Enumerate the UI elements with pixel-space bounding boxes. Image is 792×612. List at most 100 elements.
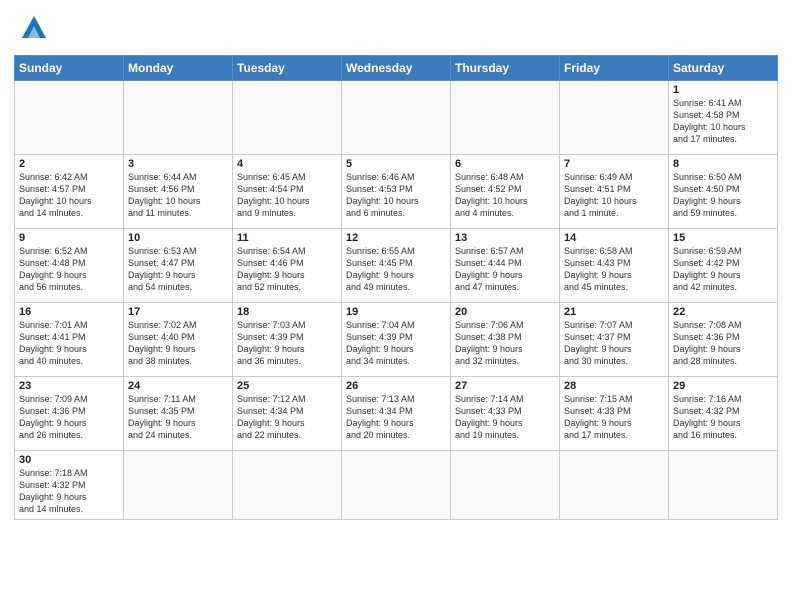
day-info: Sunrise: 6:58 AM Sunset: 4:43 PM Dayligh… xyxy=(564,245,664,294)
day-info: Sunrise: 6:46 AM Sunset: 4:53 PM Dayligh… xyxy=(346,171,446,220)
day-number: 10 xyxy=(128,232,228,244)
day-number: 3 xyxy=(128,158,228,170)
calendar-day-empty xyxy=(342,451,451,520)
day-info: Sunrise: 6:52 AM Sunset: 4:48 PM Dayligh… xyxy=(19,245,119,294)
calendar-day-24: 24Sunrise: 7:11 AM Sunset: 4:35 PM Dayli… xyxy=(124,377,233,451)
day-info: Sunrise: 6:49 AM Sunset: 4:51 PM Dayligh… xyxy=(564,171,664,220)
day-info: Sunrise: 7:02 AM Sunset: 4:40 PM Dayligh… xyxy=(128,319,228,368)
calendar-day-2: 2Sunrise: 6:42 AM Sunset: 4:57 PM Daylig… xyxy=(15,155,124,229)
day-number: 6 xyxy=(455,158,555,170)
weekday-wednesday: Wednesday xyxy=(342,56,451,81)
calendar-week-1: 1Sunrise: 6:41 AM Sunset: 4:58 PM Daylig… xyxy=(15,81,778,155)
weekday-monday: Monday xyxy=(124,56,233,81)
calendar-day-13: 13Sunrise: 6:57 AM Sunset: 4:44 PM Dayli… xyxy=(451,229,560,303)
calendar-day-19: 19Sunrise: 7:04 AM Sunset: 4:39 PM Dayli… xyxy=(342,303,451,377)
calendar-week-3: 9Sunrise: 6:52 AM Sunset: 4:48 PM Daylig… xyxy=(15,229,778,303)
day-number: 8 xyxy=(673,158,773,170)
calendar-day-14: 14Sunrise: 6:58 AM Sunset: 4:43 PM Dayli… xyxy=(560,229,669,303)
calendar-day-1: 1Sunrise: 6:41 AM Sunset: 4:58 PM Daylig… xyxy=(669,81,778,155)
day-number: 20 xyxy=(455,306,555,318)
calendar-day-27: 27Sunrise: 7:14 AM Sunset: 4:33 PM Dayli… xyxy=(451,377,560,451)
day-number: 28 xyxy=(564,380,664,392)
calendar-day-10: 10Sunrise: 6:53 AM Sunset: 4:47 PM Dayli… xyxy=(124,229,233,303)
calendar-day-empty xyxy=(560,81,669,155)
day-number: 13 xyxy=(455,232,555,244)
calendar-day-16: 16Sunrise: 7:01 AM Sunset: 4:41 PM Dayli… xyxy=(15,303,124,377)
day-info: Sunrise: 7:13 AM Sunset: 4:34 PM Dayligh… xyxy=(346,393,446,442)
calendar-day-empty xyxy=(451,451,560,520)
day-info: Sunrise: 7:18 AM Sunset: 4:32 PM Dayligh… xyxy=(19,467,119,516)
day-number: 27 xyxy=(455,380,555,392)
day-info: Sunrise: 7:09 AM Sunset: 4:36 PM Dayligh… xyxy=(19,393,119,442)
calendar-day-11: 11Sunrise: 6:54 AM Sunset: 4:46 PM Dayli… xyxy=(233,229,342,303)
calendar-day-empty xyxy=(451,81,560,155)
day-number: 14 xyxy=(564,232,664,244)
day-info: Sunrise: 6:42 AM Sunset: 4:57 PM Dayligh… xyxy=(19,171,119,220)
calendar-day-25: 25Sunrise: 7:12 AM Sunset: 4:34 PM Dayli… xyxy=(233,377,342,451)
day-info: Sunrise: 6:54 AM Sunset: 4:46 PM Dayligh… xyxy=(237,245,337,294)
calendar-body: 1Sunrise: 6:41 AM Sunset: 4:58 PM Daylig… xyxy=(15,81,778,520)
weekday-saturday: Saturday xyxy=(669,56,778,81)
calendar-day-empty xyxy=(560,451,669,520)
day-number: 2 xyxy=(19,158,119,170)
day-number: 17 xyxy=(128,306,228,318)
day-number: 12 xyxy=(346,232,446,244)
day-number: 19 xyxy=(346,306,446,318)
day-info: Sunrise: 6:53 AM Sunset: 4:47 PM Dayligh… xyxy=(128,245,228,294)
calendar-day-15: 15Sunrise: 6:59 AM Sunset: 4:42 PM Dayli… xyxy=(669,229,778,303)
weekday-thursday: Thursday xyxy=(451,56,560,81)
calendar-day-empty xyxy=(233,81,342,155)
day-info: Sunrise: 7:15 AM Sunset: 4:33 PM Dayligh… xyxy=(564,393,664,442)
page-header xyxy=(14,10,778,47)
day-info: Sunrise: 7:01 AM Sunset: 4:41 PM Dayligh… xyxy=(19,319,119,368)
day-info: Sunrise: 7:06 AM Sunset: 4:38 PM Dayligh… xyxy=(455,319,555,368)
calendar-day-26: 26Sunrise: 7:13 AM Sunset: 4:34 PM Dayli… xyxy=(342,377,451,451)
calendar-day-23: 23Sunrise: 7:09 AM Sunset: 4:36 PM Dayli… xyxy=(15,377,124,451)
day-number: 11 xyxy=(237,232,337,244)
calendar-day-empty xyxy=(124,81,233,155)
day-info: Sunrise: 7:14 AM Sunset: 4:33 PM Dayligh… xyxy=(455,393,555,442)
day-number: 26 xyxy=(346,380,446,392)
calendar-day-21: 21Sunrise: 7:07 AM Sunset: 4:37 PM Dayli… xyxy=(560,303,669,377)
day-number: 1 xyxy=(673,84,773,96)
calendar-day-6: 6Sunrise: 6:48 AM Sunset: 4:52 PM Daylig… xyxy=(451,155,560,229)
calendar-week-5: 23Sunrise: 7:09 AM Sunset: 4:36 PM Dayli… xyxy=(15,377,778,451)
calendar-day-empty xyxy=(15,81,124,155)
calendar-week-4: 16Sunrise: 7:01 AM Sunset: 4:41 PM Dayli… xyxy=(15,303,778,377)
day-info: Sunrise: 6:57 AM Sunset: 4:44 PM Dayligh… xyxy=(455,245,555,294)
day-info: Sunrise: 7:11 AM Sunset: 4:35 PM Dayligh… xyxy=(128,393,228,442)
day-number: 29 xyxy=(673,380,773,392)
day-info: Sunrise: 7:12 AM Sunset: 4:34 PM Dayligh… xyxy=(237,393,337,442)
day-info: Sunrise: 7:07 AM Sunset: 4:37 PM Dayligh… xyxy=(564,319,664,368)
calendar-day-18: 18Sunrise: 7:03 AM Sunset: 4:39 PM Dayli… xyxy=(233,303,342,377)
calendar-day-7: 7Sunrise: 6:49 AM Sunset: 4:51 PM Daylig… xyxy=(560,155,669,229)
calendar-day-empty xyxy=(124,451,233,520)
calendar-day-28: 28Sunrise: 7:15 AM Sunset: 4:33 PM Dayli… xyxy=(560,377,669,451)
calendar-day-empty xyxy=(342,81,451,155)
weekday-tuesday: Tuesday xyxy=(233,56,342,81)
day-info: Sunrise: 7:08 AM Sunset: 4:36 PM Dayligh… xyxy=(673,319,773,368)
calendar-day-30: 30Sunrise: 7:18 AM Sunset: 4:32 PM Dayli… xyxy=(15,451,124,520)
day-info: Sunrise: 6:50 AM Sunset: 4:50 PM Dayligh… xyxy=(673,171,773,220)
day-number: 18 xyxy=(237,306,337,318)
day-number: 16 xyxy=(19,306,119,318)
logo-icon xyxy=(18,10,50,42)
weekday-sunday: Sunday xyxy=(15,56,124,81)
day-number: 9 xyxy=(19,232,119,244)
calendar-day-5: 5Sunrise: 6:46 AM Sunset: 4:53 PM Daylig… xyxy=(342,155,451,229)
day-number: 25 xyxy=(237,380,337,392)
day-info: Sunrise: 6:45 AM Sunset: 4:54 PM Dayligh… xyxy=(237,171,337,220)
logo xyxy=(14,14,50,47)
day-info: Sunrise: 7:04 AM Sunset: 4:39 PM Dayligh… xyxy=(346,319,446,368)
day-number: 7 xyxy=(564,158,664,170)
day-info: Sunrise: 6:59 AM Sunset: 4:42 PM Dayligh… xyxy=(673,245,773,294)
calendar-day-4: 4Sunrise: 6:45 AM Sunset: 4:54 PM Daylig… xyxy=(233,155,342,229)
calendar-day-3: 3Sunrise: 6:44 AM Sunset: 4:56 PM Daylig… xyxy=(124,155,233,229)
day-number: 23 xyxy=(19,380,119,392)
day-info: Sunrise: 6:55 AM Sunset: 4:45 PM Dayligh… xyxy=(346,245,446,294)
day-info: Sunrise: 6:44 AM Sunset: 4:56 PM Dayligh… xyxy=(128,171,228,220)
day-number: 21 xyxy=(564,306,664,318)
calendar-day-20: 20Sunrise: 7:06 AM Sunset: 4:38 PM Dayli… xyxy=(451,303,560,377)
calendar-table: SundayMondayTuesdayWednesdayThursdayFrid… xyxy=(14,55,778,520)
calendar-day-12: 12Sunrise: 6:55 AM Sunset: 4:45 PM Dayli… xyxy=(342,229,451,303)
